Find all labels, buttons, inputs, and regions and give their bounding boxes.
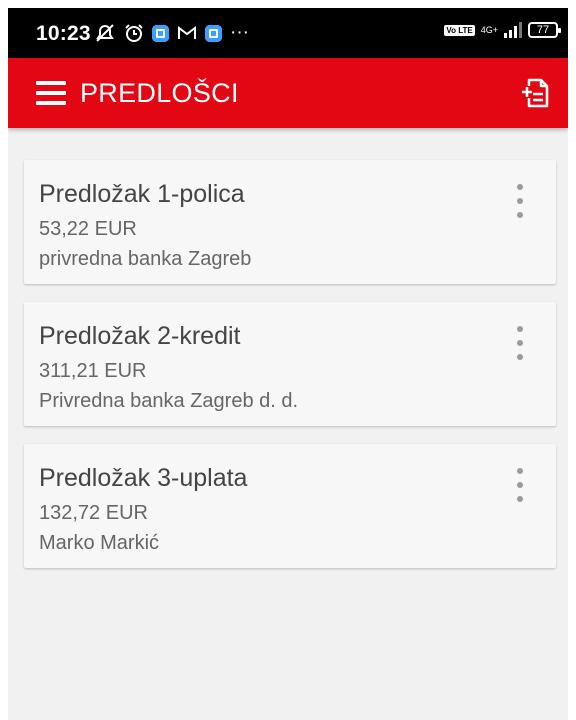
more-notifications-icon: ··· xyxy=(230,22,249,43)
gmail-icon xyxy=(178,26,196,39)
status-bar: 10:23 ··· Vo LTE 4G+ 77 xyxy=(8,8,568,58)
template-list: Predložak 1-polica 53,22 EUR privredna b… xyxy=(24,160,556,586)
template-amount: 311,21 EUR xyxy=(39,360,147,382)
mute-icon xyxy=(96,24,114,42)
more-options-icon[interactable] xyxy=(512,468,528,502)
status-time: 10:23 xyxy=(36,22,91,45)
alarm-clock-icon xyxy=(125,24,143,42)
template-payee: Marko Markić xyxy=(39,532,160,554)
template-card[interactable]: Predložak 1-polica 53,22 EUR privredna b… xyxy=(24,160,556,284)
status-system-icons: Vo LTE 4G+ 77 xyxy=(444,22,561,38)
phone-screen: 10:23 ··· Vo LTE 4G+ 77 PREDLOŠCI Predlo… xyxy=(8,8,568,720)
volte-icon: Vo LTE xyxy=(444,24,475,36)
app-notification-icon xyxy=(205,24,222,42)
template-card[interactable]: Predložak 2-kredit 311,21 EUR Privredna … xyxy=(24,302,556,426)
add-document-icon[interactable] xyxy=(520,76,550,110)
page-title: PREDLOŠCI xyxy=(80,78,239,108)
template-card[interactable]: Predložak 3-uplata 132,72 EUR Marko Mark… xyxy=(24,444,556,568)
app-notification-icon xyxy=(152,24,169,42)
app-bar: PREDLOŠCI xyxy=(8,58,568,128)
template-payee: privredna banka Zagreb xyxy=(39,248,252,270)
template-payee: Privredna banka Zagreb d. d. xyxy=(39,390,299,412)
hamburger-menu-icon[interactable] xyxy=(36,81,66,105)
template-title: Predložak 1-polica xyxy=(39,180,245,208)
more-options-icon[interactable] xyxy=(512,326,528,360)
template-amount: 132,72 EUR xyxy=(39,502,148,524)
network-type: 4G+ xyxy=(480,24,498,35)
template-title: Predložak 2-kredit xyxy=(39,322,241,350)
more-options-icon[interactable] xyxy=(512,184,528,218)
template-amount: 53,22 EUR xyxy=(39,218,137,240)
template-title: Predložak 3-uplata xyxy=(39,464,248,492)
status-notification-icons: ··· xyxy=(94,22,249,44)
battery-icon: 77 xyxy=(528,22,561,38)
signal-icon xyxy=(504,22,522,38)
